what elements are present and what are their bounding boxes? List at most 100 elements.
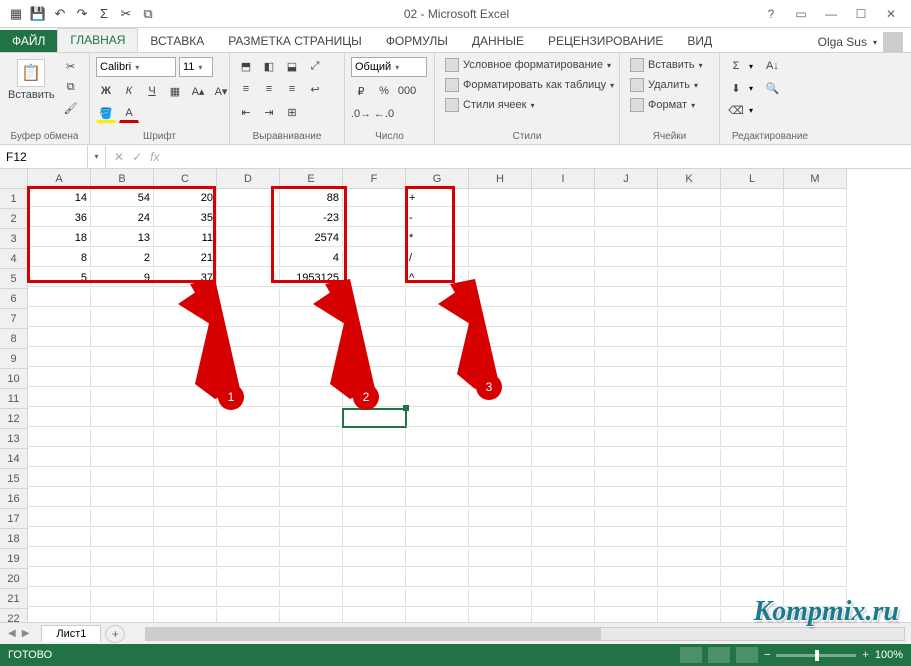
cell[interactable] [343, 529, 406, 547]
cell[interactable] [595, 309, 658, 327]
cell[interactable] [658, 469, 721, 487]
cell[interactable] [217, 589, 280, 607]
row-header[interactable]: 17 [0, 509, 28, 529]
scrollbar-thumb[interactable] [146, 628, 601, 640]
tab-formulas[interactable]: ФОРМУЛЫ [374, 30, 460, 52]
row-header[interactable]: 15 [0, 469, 28, 489]
cell[interactable] [343, 429, 406, 447]
cell[interactable] [532, 449, 595, 467]
cell[interactable] [406, 589, 469, 607]
format-painter-button[interactable]: 🖌 [61, 99, 81, 117]
cell[interactable] [784, 569, 847, 587]
cell[interactable] [595, 549, 658, 567]
cell[interactable] [532, 569, 595, 587]
sum-icon[interactable]: Σ [96, 6, 112, 22]
cell-styles-button[interactable]: Стили ячеек ▾ [441, 97, 539, 113]
fill-button[interactable]: ⬇ [726, 79, 746, 97]
find-button[interactable]: 🔍 [762, 79, 782, 97]
row-header[interactable]: 9 [0, 349, 28, 369]
cell[interactable] [406, 609, 469, 622]
cell[interactable] [469, 229, 532, 247]
cell[interactable] [658, 249, 721, 267]
cell[interactable] [721, 509, 784, 527]
cell[interactable] [217, 409, 280, 427]
cell[interactable] [784, 309, 847, 327]
cell[interactable] [343, 589, 406, 607]
align-middle-button[interactable]: ◧ [259, 57, 279, 75]
cell[interactable] [28, 289, 91, 307]
cell[interactable] [658, 529, 721, 547]
cell[interactable] [91, 589, 154, 607]
cell[interactable] [91, 369, 154, 387]
cell[interactable] [658, 349, 721, 367]
cell[interactable] [784, 389, 847, 407]
autosum-button[interactable]: Σ [726, 57, 746, 75]
row-header[interactable]: 21 [0, 589, 28, 609]
cell[interactable] [532, 369, 595, 387]
cell[interactable] [469, 449, 532, 467]
cell[interactable] [469, 589, 532, 607]
cell[interactable] [658, 589, 721, 607]
cell[interactable] [595, 489, 658, 507]
percent-button[interactable]: % [374, 82, 394, 100]
cell[interactable] [784, 229, 847, 247]
next-sheet-icon[interactable]: ▶ [22, 628, 30, 639]
normal-view-button[interactable] [680, 647, 702, 663]
cell[interactable] [91, 449, 154, 467]
page-break-view-button[interactable] [736, 647, 758, 663]
cell[interactable] [28, 489, 91, 507]
cell[interactable] [91, 309, 154, 327]
cell[interactable] [469, 469, 532, 487]
cell[interactable] [721, 329, 784, 347]
cell[interactable] [280, 529, 343, 547]
tab-data[interactable]: ДАННЫЕ [460, 30, 536, 52]
cell[interactable] [532, 509, 595, 527]
cut-button[interactable]: ✂ [61, 57, 81, 75]
cell[interactable] [658, 489, 721, 507]
cell[interactable] [595, 349, 658, 367]
row-header[interactable]: 22 [0, 609, 28, 622]
name-box-dropdown[interactable]: ▾ [88, 145, 106, 168]
cell[interactable] [784, 469, 847, 487]
cell[interactable] [406, 549, 469, 567]
bold-button[interactable]: Ж [96, 82, 116, 100]
border-button[interactable]: ▦ [165, 82, 185, 100]
cell[interactable] [469, 609, 532, 622]
cell[interactable] [658, 429, 721, 447]
cell[interactable] [217, 529, 280, 547]
cell[interactable] [721, 569, 784, 587]
cell[interactable] [595, 229, 658, 247]
cell[interactable] [721, 409, 784, 427]
row-header[interactable]: 11 [0, 389, 28, 409]
cell[interactable] [217, 609, 280, 622]
cell[interactable] [154, 549, 217, 567]
cell[interactable] [280, 569, 343, 587]
copy-icon[interactable]: ⧉ [140, 6, 156, 22]
comma-button[interactable]: 000 [397, 82, 417, 100]
maximize-icon[interactable]: ☐ [847, 4, 875, 24]
cell[interactable] [784, 329, 847, 347]
cell[interactable] [406, 469, 469, 487]
cell[interactable] [91, 349, 154, 367]
cell[interactable] [721, 389, 784, 407]
format-cells-button[interactable]: Формат ▾ [626, 97, 699, 113]
cell[interactable] [595, 589, 658, 607]
cell[interactable] [343, 609, 406, 622]
cell[interactable] [469, 549, 532, 567]
cell[interactable] [532, 609, 595, 622]
cell[interactable] [784, 409, 847, 427]
row-header[interactable]: 10 [0, 369, 28, 389]
increase-indent-button[interactable]: ⇥ [259, 103, 279, 121]
cell[interactable] [343, 189, 406, 207]
cell[interactable] [280, 489, 343, 507]
cell[interactable] [595, 569, 658, 587]
row-header[interactable]: 18 [0, 529, 28, 549]
cell[interactable] [658, 609, 721, 622]
cell[interactable] [658, 209, 721, 227]
name-box[interactable]: F12 [0, 145, 88, 168]
cell[interactable] [91, 489, 154, 507]
cell[interactable] [721, 209, 784, 227]
cell[interactable] [154, 449, 217, 467]
align-center-button[interactable]: ≡ [259, 80, 279, 98]
cell[interactable] [91, 569, 154, 587]
